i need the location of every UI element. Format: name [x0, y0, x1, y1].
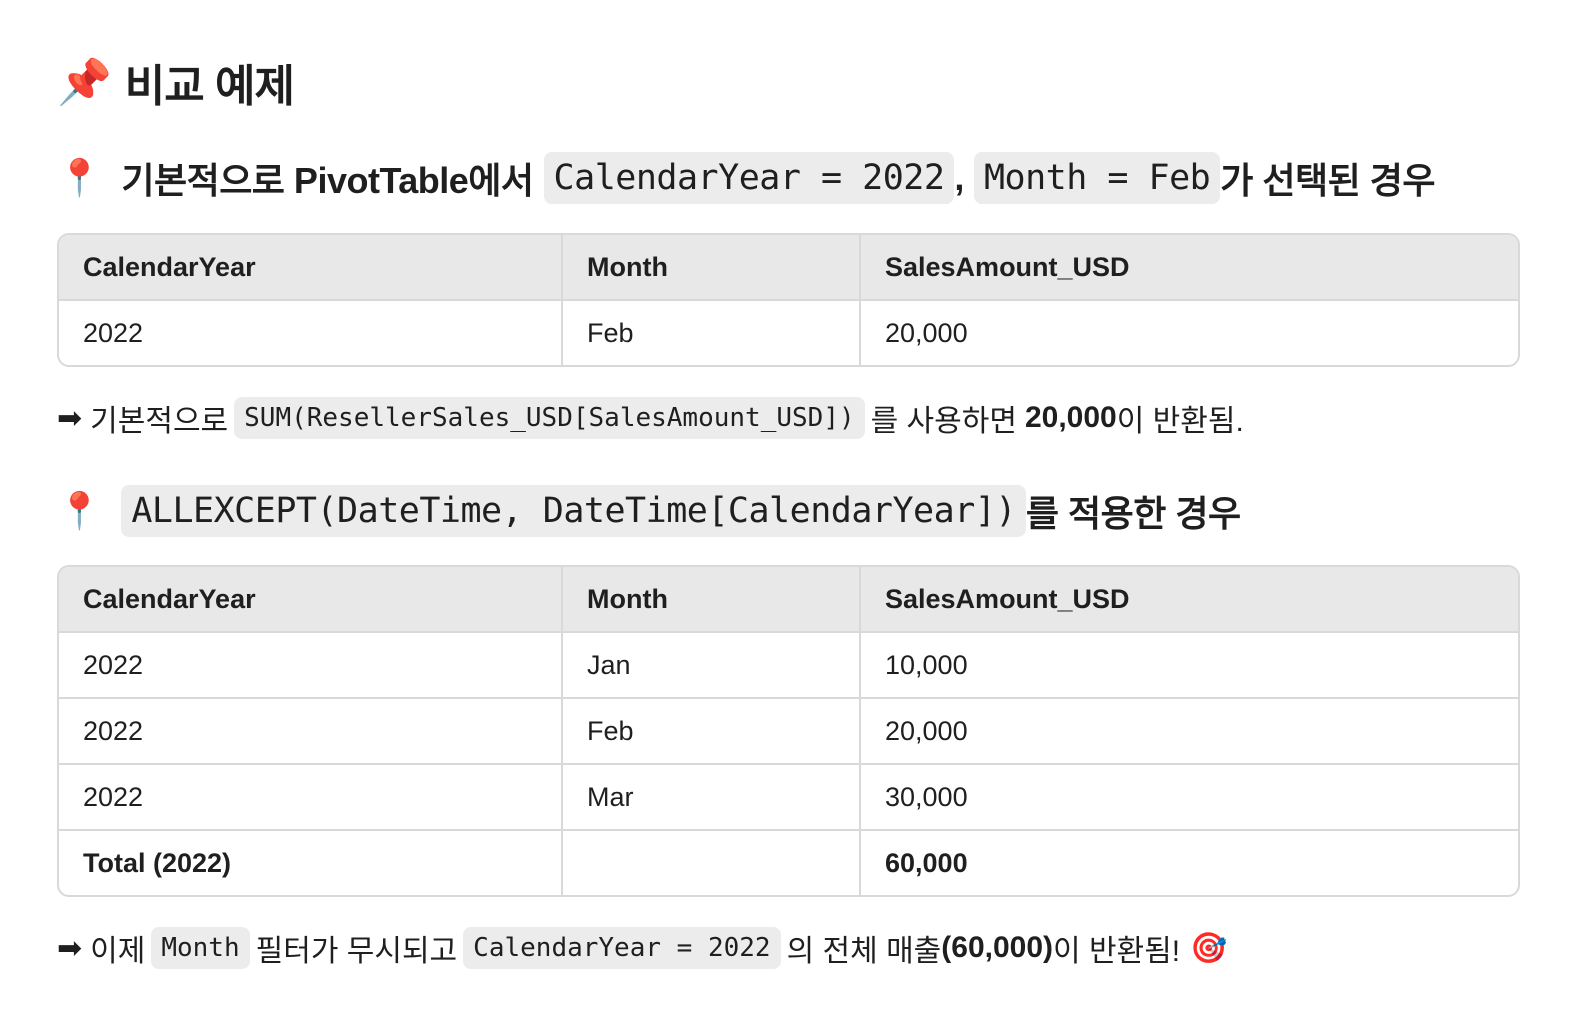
table-row: 2022 Mar 30,000 — [59, 765, 1518, 831]
table-cell: 2022 — [59, 765, 563, 831]
default-result-table: CalendarYear Month SalesAmount_USD 2022 … — [57, 233, 1520, 367]
inline-code-month: Month = Feb — [973, 152, 1221, 204]
column-header: SalesAmount_USD — [861, 567, 1518, 633]
table-cell: 2022 — [59, 699, 563, 765]
table-cell: 20,000 — [861, 699, 1518, 765]
allexcept-result-table: CalendarYear Month SalesAmount_USD 2022 … — [57, 565, 1520, 897]
section-heading-default: 📍 기본적으로 PivotTable에서 CalendarYear = 2022… — [57, 150, 1435, 206]
section-heading-suffix: 가 선택된 경우 — [1220, 160, 1435, 201]
page-title-text: 비교 예제 — [124, 62, 295, 111]
table-row: 2022 Jan 10,000 — [59, 633, 1518, 699]
table-cell: 2022 — [59, 301, 563, 365]
table-header-row: CalendarYear Month SalesAmount_USD — [59, 567, 1518, 633]
right-arrow-icon: ➡ — [57, 401, 83, 435]
page-title: 📌 비교 예제 — [57, 52, 295, 112]
column-header: CalendarYear — [59, 235, 563, 301]
table-cell: Jan — [563, 633, 861, 699]
explanation-suffix: 이 반환됨. — [1116, 405, 1244, 438]
explanation-prefix: 기본적으로 — [90, 405, 229, 438]
inline-code-calendaryear: CalendarYear = 2022 — [463, 927, 781, 969]
explanation-allexcept: ➡ 이제 Month 필터가 무시되고 CalendarYear = 2022 … — [57, 924, 1227, 972]
inline-code-allexcept: ALLEXCEPT(DateTime, DateTime[CalendarYea… — [121, 485, 1026, 537]
right-arrow-icon: ➡ — [57, 931, 83, 965]
section-heading-separator: , — [954, 157, 964, 198]
explanation-suffix: 의 전체 매출 — [786, 935, 942, 968]
table-cell: Mar — [563, 765, 861, 831]
explanation-middle: 를 사용하면 — [870, 405, 1017, 438]
target-icon: 🎯 — [1190, 931, 1228, 965]
section-heading-suffix: 를 적용한 경우 — [1025, 493, 1241, 534]
section-heading-allexcept: 📍 ALLEXCEPT(DateTime, DateTime[CalendarY… — [57, 483, 1241, 539]
explanation-middle: 필터가 무시되고 — [255, 935, 458, 968]
table-header-row: CalendarYear Month SalesAmount_USD — [59, 235, 1518, 301]
table-cell: 60,000 — [885, 847, 968, 878]
pushpin-icon: 📌 — [57, 58, 112, 107]
column-header: Month — [563, 235, 861, 301]
column-header: Month — [563, 567, 861, 633]
table-cell: Feb — [563, 699, 861, 765]
table-total-row: Total (2022) 60,000 — [59, 831, 1518, 895]
table-cell: Total (2022) — [59, 831, 563, 895]
table-cell: Feb — [563, 301, 861, 365]
section-heading-prefix: 기본적으로 PivotTable에서 — [121, 160, 534, 201]
table-cell: 2022 — [59, 633, 563, 699]
inline-code-sum: SUM(ResellerSales_USD[SalesAmount_USD]) — [234, 397, 865, 439]
inline-code-calendaryear: CalendarYear = 2022 — [543, 152, 955, 204]
explanation-end: 이 반환됨! — [1053, 935, 1181, 968]
explanation-value: 20,000 — [1024, 401, 1117, 434]
table-row: 2022 Feb 20,000 — [59, 301, 1518, 365]
table-cell — [563, 831, 861, 895]
explanation-value: (60,000) — [941, 931, 1054, 964]
table-cell: 30,000 — [861, 765, 1518, 831]
table-cell: 10,000 — [861, 633, 1518, 699]
round-pushpin-icon: 📍 — [57, 157, 102, 198]
inline-code-month: Month — [151, 927, 250, 969]
column-header: SalesAmount_USD — [861, 235, 1518, 301]
table-row: 2022 Feb 20,000 — [59, 699, 1518, 765]
column-header: CalendarYear — [59, 567, 563, 633]
table-cell: 20,000 — [885, 317, 968, 348]
explanation-default: ➡ 기본적으로 SUM(ResellerSales_USD[SalesAmoun… — [57, 394, 1244, 442]
explanation-prefix: 이제 — [90, 935, 146, 968]
round-pushpin-icon: 📍 — [57, 490, 102, 531]
